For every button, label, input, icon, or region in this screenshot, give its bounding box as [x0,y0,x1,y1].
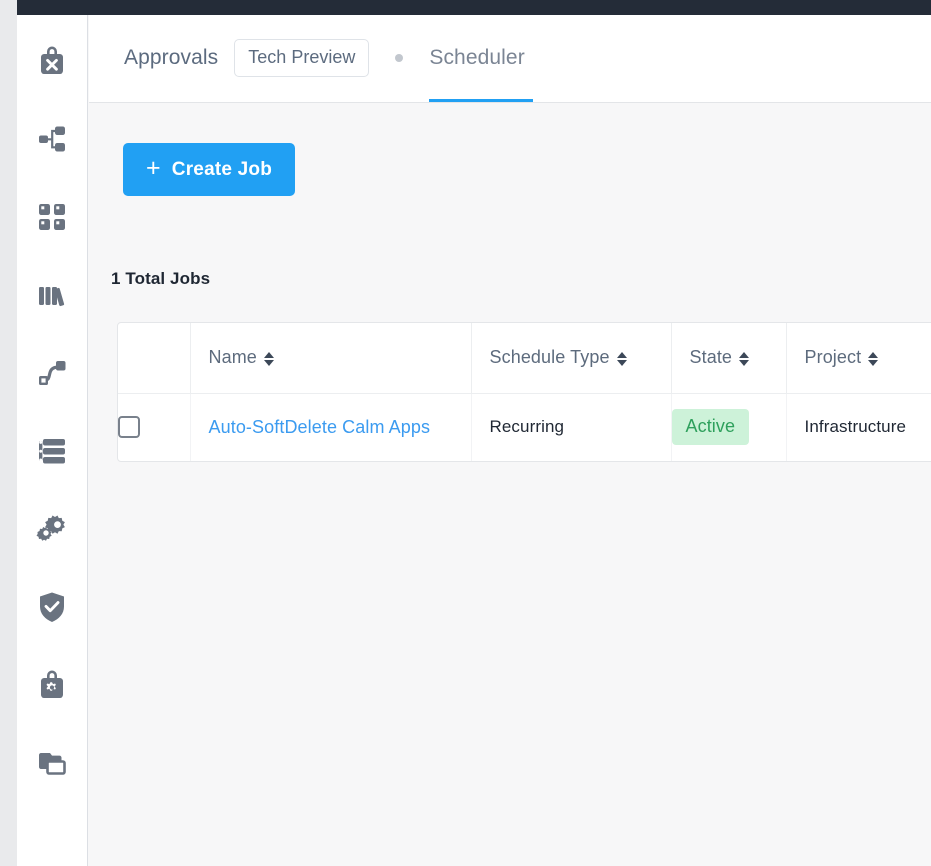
header-name-label: Name [208,347,257,368]
row-project-cell: Infrastructure [786,393,931,461]
row-state-cell: Active [671,393,787,461]
title-bar [0,0,931,15]
job-name-link[interactable]: Auto-SoftDelete Calm Apps [191,417,431,438]
sidebar-item-policies[interactable] [17,583,87,631]
gears-icon [36,514,68,544]
sort-icon [616,351,627,366]
sidebar-item-runbooks[interactable] [17,349,87,397]
status-badge: Active [671,409,750,446]
main-content: + Create Job 1 Total Jobs Name Schedule … [89,104,931,866]
row-checkbox-cell [118,393,191,461]
row-select-checkbox[interactable] [118,416,140,439]
table-row[interactable]: Auto-SoftDelete Calm Apps Recurring Acti… [118,393,931,461]
header-checkbox-cell [118,323,191,394]
sort-icon [263,351,274,366]
jobs-table-body: Auto-SoftDelete Calm Apps Recurring Acti… [118,393,931,461]
header-schedule-type[interactable]: Schedule Type [471,323,672,394]
job-schedule-type: Recurring [489,417,565,437]
header-name-sort[interactable]: Name [191,347,274,368]
sidebar-item-settings[interactable] [17,505,87,553]
sidebar-item-roles[interactable] [17,661,87,709]
library-icon [37,280,67,310]
apps-grid-icon [37,202,67,232]
tab-scheduler[interactable]: Scheduler [429,14,534,102]
jobs-table-head: Name Schedule Type State Project [118,323,931,394]
tab-separator-dot [395,54,404,62]
sort-icon [868,351,879,366]
flow-icon [37,358,67,388]
header-project-label: Project [804,347,862,368]
header-state[interactable]: State [671,323,787,394]
header-name[interactable]: Name [190,323,472,394]
sitemap-icon [36,124,68,154]
create-job-button[interactable]: + Create Job [123,143,295,196]
job-project: Infrastructure [804,417,907,437]
jobs-table-card: Name Schedule Type State Project Auto-So… [117,322,931,462]
sidebar-item-marketplace[interactable] [17,37,87,85]
active-tab-underline [429,99,534,102]
application-window: Approvals Tech Preview Scheduler + Creat… [0,0,931,866]
header-state-sort[interactable]: State [672,347,750,368]
lock-gear-icon [37,668,67,702]
shield-check-icon [38,591,66,623]
sidebar-left-strip [0,15,17,866]
tab-list: Approvals Tech Preview Scheduler [124,14,534,102]
sidebar-item-clone[interactable] [17,739,87,787]
create-job-label: Create Job [171,158,272,180]
clone-icon [37,749,67,777]
header-project[interactable]: Project [786,323,931,394]
header-state-label: State [689,347,733,368]
jobs-table: Name Schedule Type State Project Auto-So… [118,323,931,461]
header-schedule-type-sort[interactable]: Schedule Type [472,347,627,368]
tab-bar: Approvals Tech Preview Scheduler [89,15,931,103]
sidebar-item-library[interactable] [17,271,87,319]
total-jobs-count: 1 Total Jobs [111,269,211,288]
sidebar-item-applications[interactable] [17,193,87,241]
header-project-sort[interactable]: Project [787,347,879,368]
title-bar-left-edge [0,0,17,15]
table-header-row: Name Schedule Type State Project [118,323,931,394]
sidebar-item-blueprints[interactable] [17,115,87,163]
plus-icon: + [145,154,161,182]
sidebar-item-tasks[interactable] [17,427,87,475]
header-schedule-type-label: Schedule Type [489,347,610,368]
sidebar-icon-list [17,15,87,866]
row-schedule-type-cell: Recurring [471,393,672,461]
tab-approvals[interactable]: Approvals [124,46,218,70]
tech-preview-badge[interactable]: Tech Preview [234,39,370,77]
sort-icon [739,351,750,366]
row-name-cell: Auto-SoftDelete Calm Apps [190,393,472,461]
sidebar-nav [0,15,88,866]
tasks-list-icon [37,436,67,466]
marketplace-icon [36,44,68,78]
tab-scheduler-label: Scheduler [429,46,525,69]
